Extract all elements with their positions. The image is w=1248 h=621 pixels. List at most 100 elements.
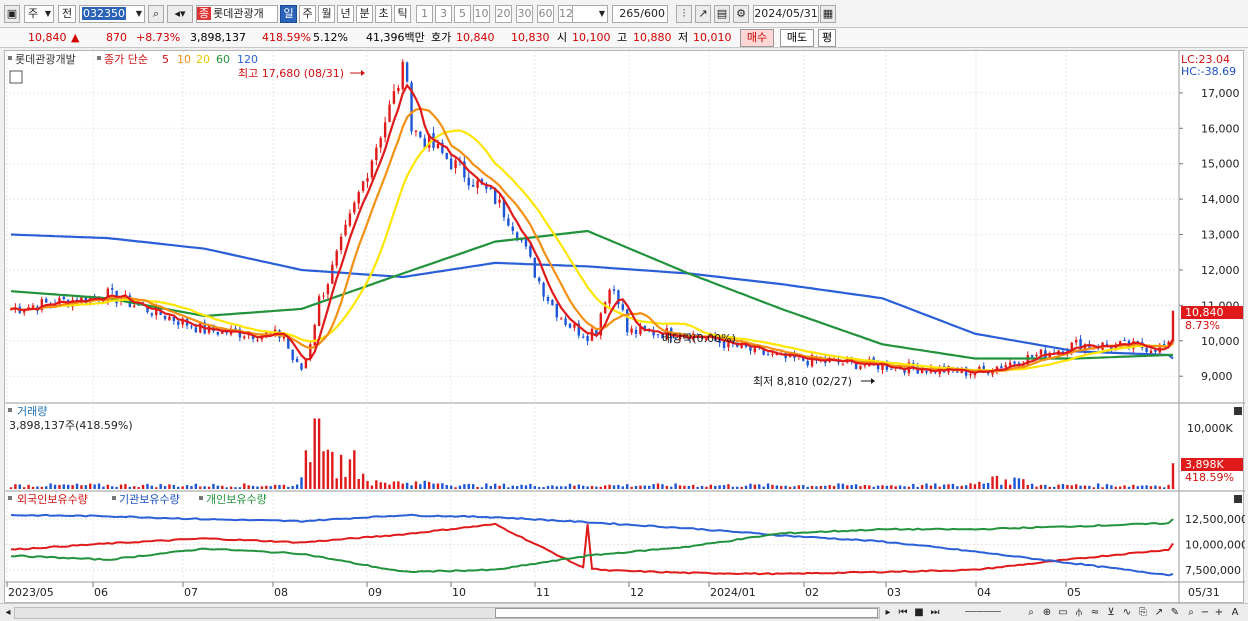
gear-icon[interactable]: ⚙ (733, 5, 749, 23)
interval-select[interactable]: ▼ (572, 5, 608, 23)
layout-icon[interactable]: ▣ (4, 5, 20, 23)
copy-icon[interactable]: ⎘ (1136, 606, 1150, 620)
sell-button[interactable]: 매도 (780, 29, 814, 47)
scroll-left-icon[interactable]: ◂ (1, 606, 15, 620)
volume-bar (766, 483, 770, 489)
magnify-icon[interactable]: ⌕ (1184, 606, 1198, 620)
indicator-icon[interactable]: ≈ (1088, 606, 1102, 620)
add-icon[interactable]: ⊕ (1040, 606, 1054, 620)
interval-option-6[interactable]: 60 (537, 5, 554, 23)
candle-body (537, 277, 541, 282)
volume-bar (379, 482, 382, 489)
period-tab-5[interactable]: 초 (375, 5, 392, 23)
volume-bar (326, 449, 330, 489)
compare-icon[interactable]: ⊻ (1104, 606, 1118, 620)
period-tab-0[interactable]: 일 (280, 5, 297, 23)
legend-marker (8, 496, 12, 500)
stop-icon[interactable]: ■ (912, 606, 926, 620)
volume-bar (1017, 478, 1021, 489)
interval-option-3[interactable]: 10 (473, 5, 490, 23)
window-icon[interactable]: ▭ (1056, 606, 1070, 620)
volume-bar (656, 483, 660, 489)
candle-body (471, 184, 475, 187)
close-panel-icon[interactable] (1234, 495, 1242, 503)
volume-bar (630, 486, 633, 489)
candle-body (573, 324, 576, 328)
volume-bar (551, 485, 554, 489)
draw-tool-icon[interactable]: ↗ (695, 5, 711, 23)
volume-bar (295, 484, 299, 489)
volume-bar (947, 484, 950, 489)
interval-option-2[interactable]: 5 (454, 5, 471, 23)
period-tab-3[interactable]: 년 (337, 5, 354, 23)
zoom-slider[interactable]: ┄┄┄┄┄┄ (950, 606, 1016, 620)
calendar-icon[interactable]: ▦ (820, 5, 836, 23)
chart-type-icon[interactable]: ⫛ (1072, 606, 1086, 620)
volume-bar (643, 485, 647, 489)
zoom-out-icon[interactable]: − (1198, 606, 1212, 620)
candle-body (370, 160, 374, 178)
arrow-icon[interactable]: ↗ (1152, 606, 1166, 620)
zoom-in-icon[interactable]: + (1212, 606, 1226, 620)
candle-type-icon[interactable]: ⫶ (676, 5, 692, 23)
volume-bar (181, 486, 184, 489)
chart-scrollbar[interactable] (14, 607, 880, 619)
date-axis-label: 09 (368, 586, 382, 599)
interval-option-4[interactable]: 20 (495, 5, 512, 23)
period-tab-4[interactable]: 분 (356, 5, 373, 23)
code-input[interactable]: 032350 ▼ (79, 5, 145, 23)
candle-body (559, 318, 563, 320)
next-icon[interactable]: ⏭ (928, 606, 942, 620)
prev-icon[interactable]: ⏮ (896, 606, 910, 620)
legend-marker (112, 496, 116, 500)
interval-option-1[interactable]: 3 (435, 5, 452, 23)
legend-ma10: 10 (177, 53, 191, 66)
table-icon[interactable] (9, 70, 23, 84)
candle-body (1004, 365, 1007, 368)
interval-option-0[interactable]: 1 (416, 5, 433, 23)
volume-bar (9, 487, 13, 489)
volume-bar (256, 486, 259, 489)
scope-select[interactable]: 전 (58, 5, 76, 23)
period-tab-6[interactable]: 틱 (394, 5, 411, 23)
buy-button[interactable]: 매수 (740, 29, 774, 47)
stock-chart[interactable]: 17,00016,00015,00014,00013,00012,00011,0… (5, 51, 1248, 604)
speaker-icon[interactable]: ◂▾ (167, 5, 193, 23)
scroll-right-icon[interactable]: ▸ (881, 606, 895, 620)
font-size-icon[interactable]: A (1228, 606, 1242, 620)
volume-bar (810, 485, 814, 489)
search-icon[interactable]: ⌕ (1024, 606, 1038, 620)
chart-area[interactable]: 17,000 16,000 15,000 14,000 13,000 12,000 11,0… (4, 50, 1248, 604)
price-axis-label: 13,000 (1201, 229, 1240, 242)
interval-option-5[interactable]: 30 (516, 5, 533, 23)
search-icon[interactable]: ⌕ (148, 5, 164, 23)
volume-bar (106, 484, 110, 489)
volume-bar (533, 486, 536, 489)
count-field[interactable]: 265/600 (612, 5, 668, 23)
chevron-down-icon: ▼ (598, 9, 605, 18)
wave-icon[interactable]: ∿ (1120, 606, 1134, 620)
date-axis-label: 02 (805, 586, 819, 599)
volume-bar (885, 485, 889, 489)
volume-bar (1008, 484, 1012, 489)
volume-bar (806, 486, 809, 489)
period-tab-2[interactable]: 월 (318, 5, 335, 23)
volume-bar (714, 485, 717, 489)
date-field[interactable]: 2024/05/31 (753, 5, 819, 23)
volume-bar (207, 486, 211, 489)
candle-body (1145, 347, 1148, 353)
close-panel-icon[interactable] (1234, 407, 1242, 415)
volume-bar (27, 484, 30, 489)
pen-icon[interactable]: ✎ (1168, 606, 1182, 620)
volume-bar (850, 485, 853, 489)
volume-tag-text: 3,898K (1185, 458, 1224, 471)
low-label: 저 (678, 31, 689, 44)
eval-button[interactable]: 평 (818, 29, 836, 47)
scroll-thumb[interactable] (495, 608, 878, 618)
period-tab-1[interactable]: 주 (299, 5, 316, 23)
max-price-note: 최고 17,680 (08/31) (238, 67, 344, 80)
save-icon[interactable]: ▤ (714, 5, 730, 23)
volume-bar (53, 484, 57, 489)
market-select[interactable]: 주 ▼ (24, 5, 54, 23)
volume-bar (920, 485, 924, 489)
